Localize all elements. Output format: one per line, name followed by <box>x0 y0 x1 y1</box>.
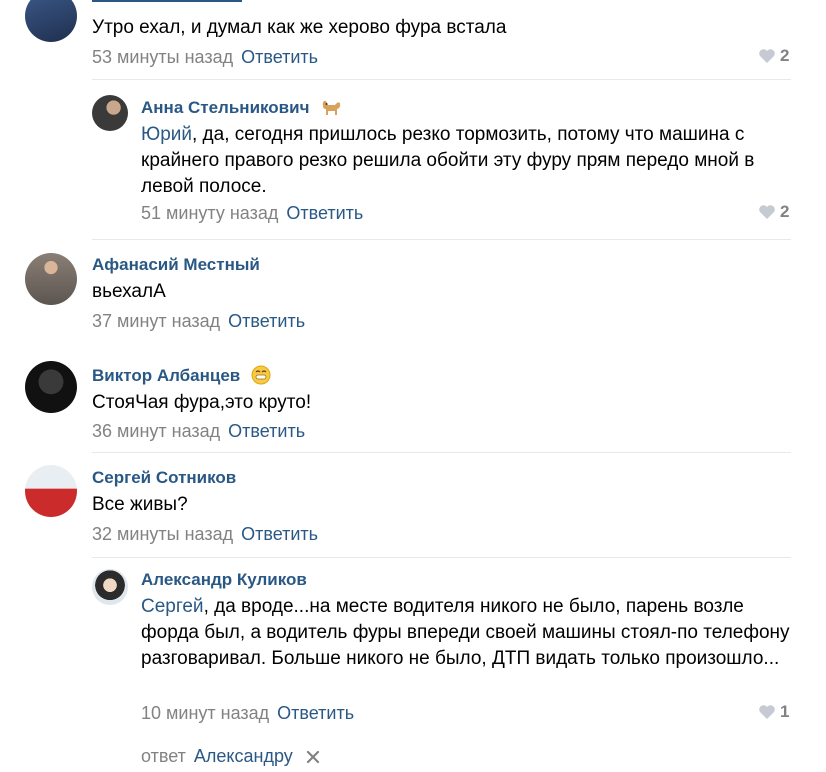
comment-author[interactable]: Александр Куликов <box>141 570 307 590</box>
comment-time[interactable]: 10 минут назад <box>141 703 269 723</box>
divider <box>92 239 791 240</box>
reply-button[interactable]: Ответить <box>228 421 305 441</box>
mention-link[interactable]: Юрий <box>141 124 192 145</box>
heart-icon <box>759 49 775 63</box>
heart-icon <box>759 205 775 219</box>
comment-text: СтояЧая фура,это круто! <box>92 392 312 413</box>
like-button[interactable]: 2 <box>758 202 789 222</box>
comment-meta: 32 минуты назад Ответить <box>92 524 318 545</box>
comment-time[interactable]: 51 минуту назад <box>141 203 278 223</box>
comment-author[interactable]: Афанасий Местный <box>92 255 260 275</box>
divider <box>92 452 791 453</box>
comment-meta: 37 минут назад Ответить <box>92 311 305 332</box>
reply-button[interactable]: Ответить <box>277 703 354 723</box>
dog-emoji-icon <box>320 97 342 122</box>
author-name[interactable]: Виктор Албанцев <box>92 366 240 385</box>
close-icon[interactable] <box>306 748 320 769</box>
reply-to-indicator: ответ Александру <box>141 746 320 769</box>
reply-to-name[interactable]: Александру <box>194 746 293 766</box>
heart-icon <box>759 705 775 719</box>
reply-to-prefix: ответ <box>141 746 186 766</box>
divider <box>92 557 791 558</box>
comment-meta: 36 минут назад Ответить <box>92 421 305 442</box>
comment-author[interactable]: Сергей Сотников <box>92 468 236 488</box>
avatar[interactable] <box>92 569 128 605</box>
like-count: 1 <box>780 702 790 721</box>
avatar[interactable] <box>92 95 128 131</box>
comment-text: Сергей, да вроде...на месте водителя ник… <box>141 594 791 672</box>
like-button[interactable]: 2 <box>758 46 789 66</box>
comment-author-cutoff[interactable] <box>92 0 242 2</box>
avatar[interactable] <box>25 0 77 42</box>
comment-text: Все живы? <box>92 494 188 515</box>
comment-meta: 10 минут назад Ответить <box>141 703 354 724</box>
reply-button[interactable]: Ответить <box>241 47 318 67</box>
comment-meta: 53 минуты назад Ответить <box>92 47 318 68</box>
comment-time[interactable]: 32 минуты назад <box>92 524 233 544</box>
comment-text: вьехалА <box>92 281 166 302</box>
avatar[interactable] <box>25 465 77 517</box>
comment-text: Утро ехал, и думал как же херово фура вс… <box>92 17 507 38</box>
comment-text: Юрий, да, сегодня пришлось резко тормози… <box>141 122 791 200</box>
comment-time[interactable]: 53 минуты назад <box>92 47 233 67</box>
like-count: 2 <box>780 46 790 65</box>
grinning-face-emoji-icon <box>251 365 271 390</box>
comment-time[interactable]: 36 минут назад <box>92 421 220 441</box>
reply-button[interactable]: Ответить <box>286 203 363 223</box>
comment-time[interactable]: 37 минут назад <box>92 311 220 331</box>
author-name[interactable]: Анна Стельникович <box>141 98 309 117</box>
like-button[interactable]: 1 <box>758 702 789 722</box>
comment-author[interactable]: Виктор Албанцев <box>92 365 271 390</box>
like-count: 2 <box>780 202 790 221</box>
reply-button[interactable]: Ответить <box>228 311 305 331</box>
avatar[interactable] <box>25 361 77 413</box>
comment-meta: 51 минуту назад Ответить <box>141 203 363 224</box>
avatar[interactable] <box>25 253 77 305</box>
reply-button[interactable]: Ответить <box>241 524 318 544</box>
divider <box>92 79 791 80</box>
comment-author[interactable]: Анна Стельникович <box>141 97 342 122</box>
comment-body: , да вроде...на месте водителя никого не… <box>141 596 790 669</box>
comment-body: , да, сегодня пришлось резко тормозить, … <box>141 124 755 197</box>
mention-link[interactable]: Сергей <box>141 596 204 617</box>
